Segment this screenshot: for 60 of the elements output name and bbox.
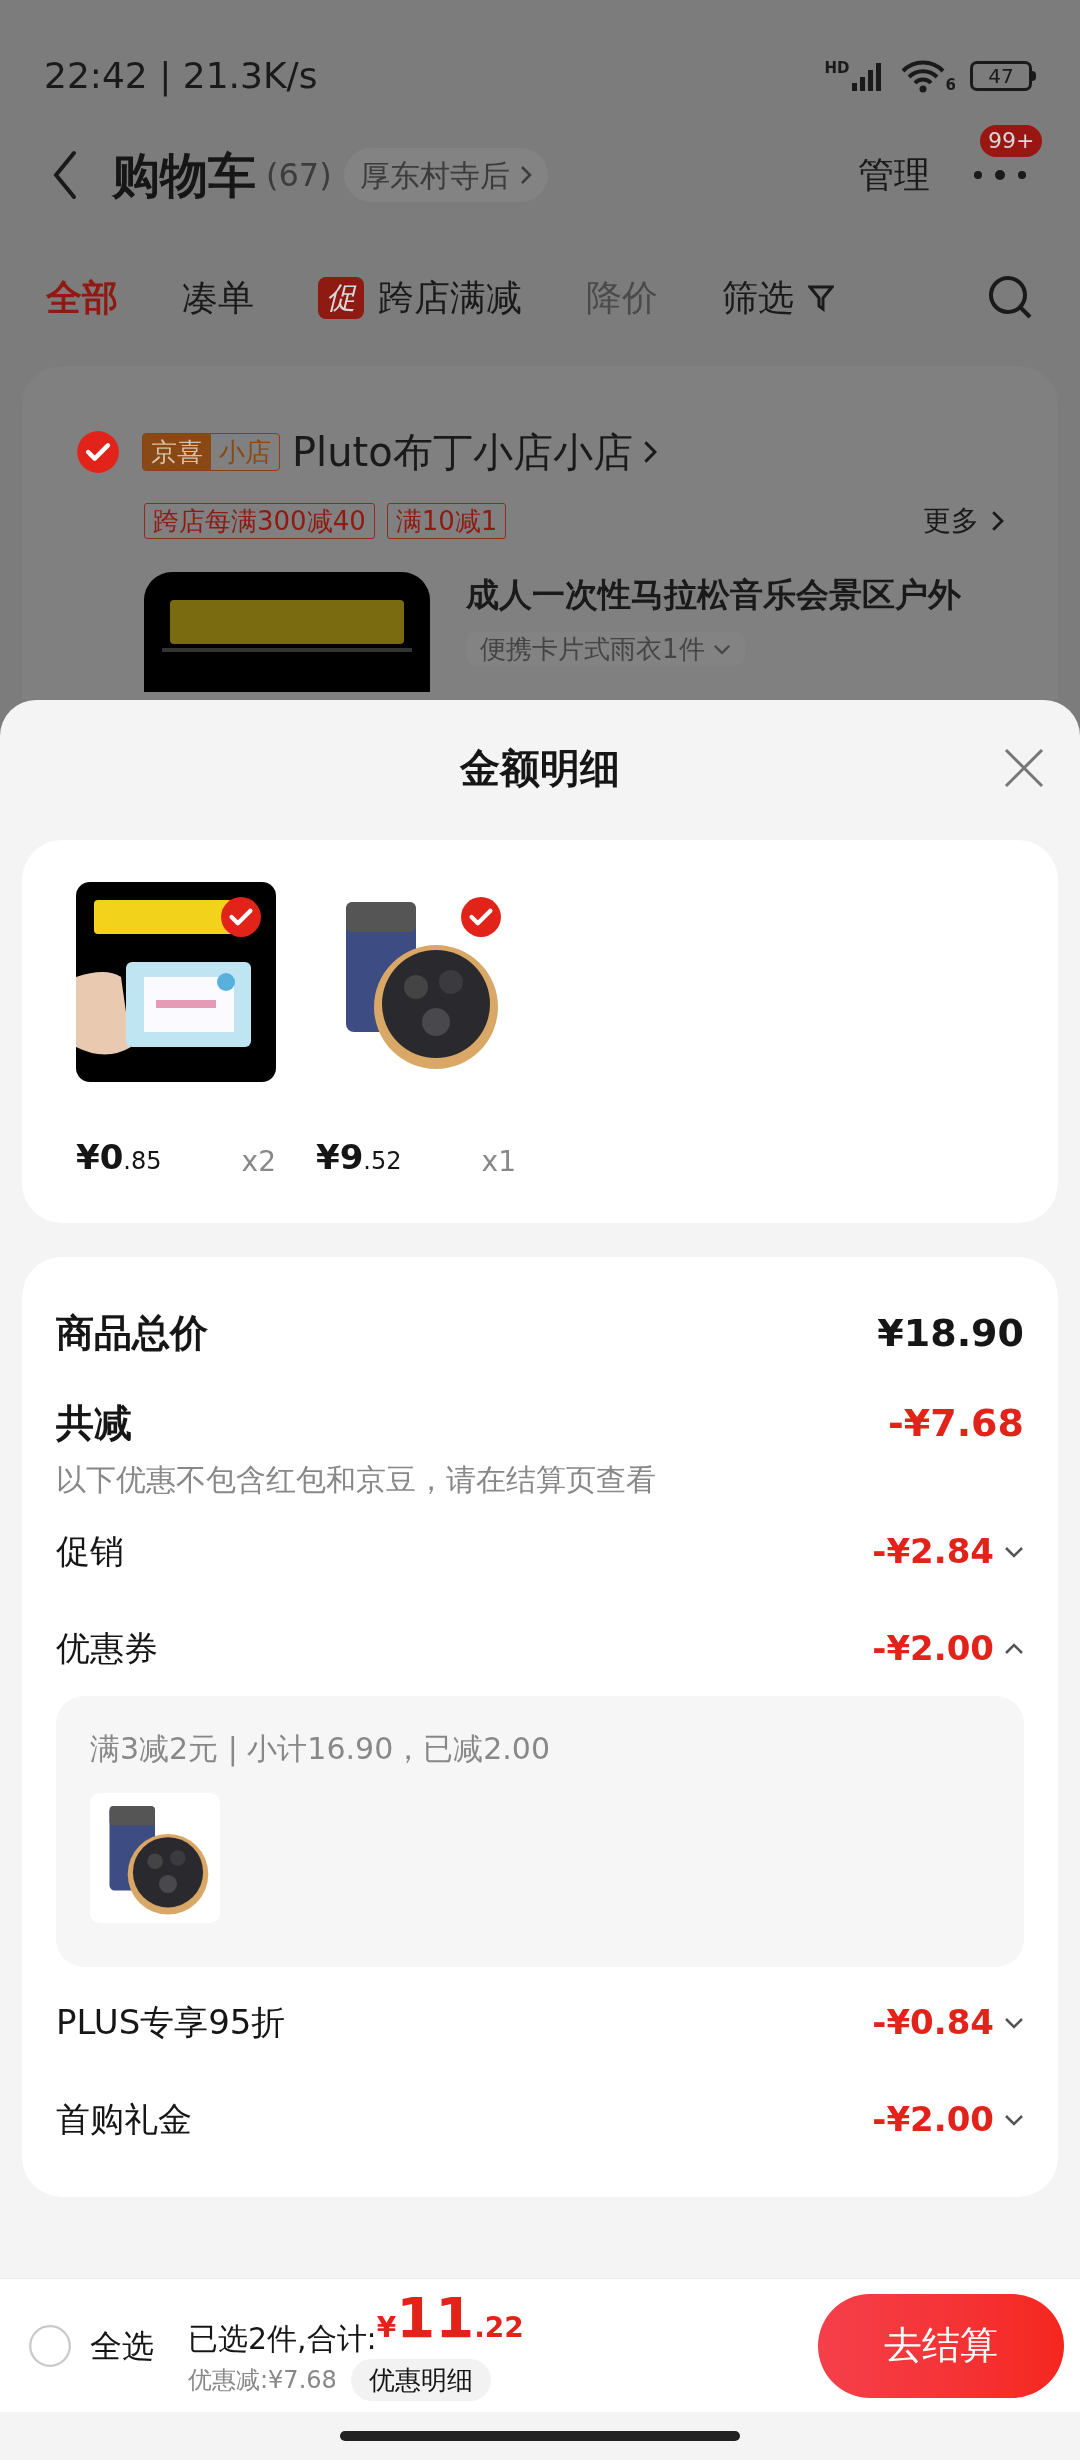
checkout-button[interactable]: 去结算 xyxy=(818,2293,1064,2398)
item-quantity: x2 xyxy=(241,1144,276,1180)
row-label: 商品总价 xyxy=(56,1309,208,1357)
selected-check[interactable] xyxy=(220,896,262,938)
sheet-title: 金额明细 xyxy=(460,744,620,793)
filter-icon xyxy=(808,284,834,312)
location-chip[interactable]: 厚东村寺后 xyxy=(343,148,548,202)
chevron-right-icon xyxy=(642,440,658,464)
discount-detail-button[interactable]: 优惠明细 xyxy=(350,2358,491,2401)
item-quantity: x1 xyxy=(481,1144,516,1180)
item-price: ¥9.52 xyxy=(316,1136,402,1179)
chevron-up-icon xyxy=(1004,1642,1024,1655)
chevron-right-icon xyxy=(990,510,1004,532)
wifi-icon xyxy=(899,59,946,93)
row-amount: ¥18.90 xyxy=(877,1309,1024,1357)
discount-text: 优惠减:¥7.68 xyxy=(188,2364,337,2396)
status-time: 22:42 | 21.3K/s xyxy=(44,54,318,99)
coupon-detail: 满3减2元 | 小计16.90，已减2.00 xyxy=(90,1730,552,1769)
row-label: 促销 xyxy=(56,1530,124,1573)
more-icon[interactable] xyxy=(973,169,1027,181)
search-icon[interactable] xyxy=(988,275,1034,321)
chevron-down-icon xyxy=(1004,1545,1024,1558)
row-amount[interactable]: -¥0.84 xyxy=(872,1997,1024,2048)
store-checkbox[interactable] xyxy=(76,430,120,474)
filter-tab[interactable]: 促 跨店满减 xyxy=(318,271,522,325)
row-label: 共减 xyxy=(56,1399,132,1447)
cart-count: (67) xyxy=(266,155,332,196)
network-label: HD xyxy=(824,61,850,76)
product-title: 成人一次性马拉松音乐会景区户外 xyxy=(466,574,961,616)
row-note: 以下优惠不包含红包和京豆，请在结算页查看 xyxy=(56,1461,657,1499)
chevron-down-icon xyxy=(712,643,731,655)
selected-check[interactable] xyxy=(460,896,502,938)
notification-badge: 99+ xyxy=(980,125,1043,157)
wifi-label: 6 xyxy=(945,78,956,93)
store-tag: 京喜 xyxy=(143,434,211,470)
summary-label: 已选2件,合计: xyxy=(188,2319,377,2358)
manage-button[interactable]: 管理 xyxy=(858,148,930,202)
select-all-label[interactable]: 全选 xyxy=(90,2321,154,2370)
filter-tab[interactable]: 凑单 xyxy=(182,271,254,325)
row-label: PLUS专享95折 xyxy=(56,2001,286,2044)
row-amount[interactable]: -¥2.00 xyxy=(872,2094,1024,2145)
store-tag-sub: 小店 xyxy=(218,436,272,469)
row-amount[interactable]: -¥2.00 xyxy=(872,1623,1024,1674)
total-amount: ¥11.22 xyxy=(376,2290,524,2352)
store-name[interactable]: Pluto布丁小店小店 xyxy=(292,422,633,482)
row-amount[interactable]: -¥2.84 xyxy=(872,1526,1024,1577)
promo-tag: 满10减1 xyxy=(386,503,507,539)
row-label: 优惠券 xyxy=(56,1627,158,1670)
item-price: ¥0.85 xyxy=(76,1136,162,1179)
row-label: 首购礼金 xyxy=(56,2098,192,2141)
row-amount: -¥7.68 xyxy=(888,1399,1024,1447)
select-all-checkbox[interactable] xyxy=(28,2323,72,2368)
close-icon[interactable] xyxy=(1002,746,1046,790)
page-title: 购物车 xyxy=(112,146,256,205)
chevron-down-icon xyxy=(1004,2016,1024,2029)
promo-tag: 跨店每满300减40 xyxy=(144,503,375,539)
filter-tab[interactable]: 筛选 xyxy=(722,271,834,325)
chevron-down-icon xyxy=(1004,2113,1024,2126)
more-link[interactable]: 更多 xyxy=(922,500,979,542)
chevron-right-icon xyxy=(519,165,532,185)
